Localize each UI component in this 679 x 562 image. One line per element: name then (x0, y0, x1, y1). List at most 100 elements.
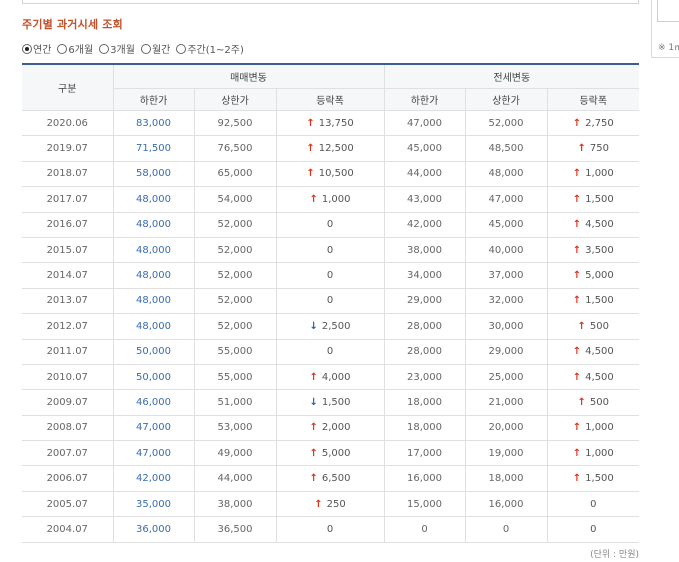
period-option[interactable]: 6개월 (57, 41, 93, 56)
sale-high-cell: 52,000 (193, 262, 277, 289)
period-cell: 2016.07 (22, 211, 114, 238)
period-cell-value: 2012.07 (46, 320, 88, 332)
sale-change-cell: ↑ 250 (275, 490, 385, 518)
sale-low-cell-value: 47,000 (136, 447, 171, 459)
sale-low-cell: 58,000 (112, 160, 195, 188)
arrow-up-icon: ↑ (577, 143, 586, 155)
period-cell-value: 2020.06 (46, 117, 88, 129)
jeonse-high-cell-value: 47,000 (488, 193, 524, 205)
jeonse-change-cell-value: 750 (589, 143, 610, 155)
sale-high-cell-value: 51,000 (217, 396, 253, 408)
sale-change-cell: 0 (275, 262, 385, 289)
sale-low-cell: 48,000 (112, 313, 195, 340)
period-option[interactable]: 3개월 (99, 41, 135, 56)
sale-change-cell-value: 1,000 (321, 193, 351, 205)
arrow-up-icon: ↑ (309, 422, 318, 434)
sale-change-cell-value: 0 (326, 295, 334, 307)
jeonse-high-cell: 0 (464, 516, 548, 543)
table-row: 2009.07 46,000 51,000 ↓ 1,500 18,000 21,000 ↑ 50… (22, 389, 640, 416)
period-option[interactable]: 월간 (140, 41, 171, 56)
sale-change-cell-value: 1,500 (321, 396, 351, 408)
sale-low-cell: 48,000 (112, 186, 195, 213)
period-option[interactable]: 연간 (22, 41, 51, 56)
jeonse-low-cell-value: 28,000 (407, 346, 443, 358)
sale-high-cell: 65,000 (193, 160, 277, 188)
table-row: 2016.07 48,000 52,000 0 42,000 45,000 ↑ 4,500 (22, 211, 640, 238)
jeonse-change-cell-value: 4,500 (585, 219, 614, 231)
sale-change-cell: ↓ 1,500 (275, 389, 385, 416)
jeonse-low-cell-value: 45,000 (407, 143, 443, 155)
sale-high-cell-value: 55,000 (217, 346, 253, 358)
jeonse-low-cell: 38,000 (383, 236, 466, 264)
sale-change-cell: ↑ 12,500 (275, 135, 385, 162)
arrow-up-icon: ↑ (572, 244, 582, 256)
sale-low-cell: 47,000 (112, 414, 195, 442)
jeonse-high-cell-value: 19,000 (488, 447, 524, 459)
jeonse-low-cell-value: 17,000 (407, 447, 443, 459)
sale-high-cell-value: 54,000 (217, 193, 253, 205)
sale-change-cell: ↓ 2,500 (275, 313, 385, 340)
jeonse-high-cell: 29,000 (464, 338, 548, 365)
jeonse-change-cell: 0 (546, 516, 640, 543)
arrow-up-icon: ↑ (572, 117, 582, 129)
sale-change-cell-value: 0 (326, 270, 334, 282)
table-row: 2020.06 83,000 92,500 ↑ 13,750 47,000 52,000 ↑ 2… (22, 109, 640, 137)
jeonse-change-cell-value: 1,500 (585, 473, 614, 485)
sale-change-cell: ↑ 2,000 (275, 414, 385, 442)
table-row: 2008.07 47,000 53,000 ↑ 2,000 18,000 20,000 ↑ 1,… (22, 414, 640, 442)
arrow-up-icon: ↑ (577, 396, 586, 408)
jeonse-change-cell-value: 1,500 (585, 193, 614, 205)
sale-high-cell: 52,000 (193, 287, 277, 315)
sale-change-cell: 0 (275, 287, 385, 315)
jeonse-change-cell-value: 1,500 (585, 295, 614, 307)
jeonse-high-cell-value: 48,000 (488, 168, 524, 180)
side-input-box[interactable] (657, 0, 679, 22)
jeonse-low-cell-value: 16,000 (407, 473, 443, 485)
sale-high-cell: 52,000 (193, 313, 277, 340)
arrow-up-icon: ↑ (306, 117, 315, 129)
jeonse-high-cell: 40,000 (464, 236, 548, 264)
period-cell-value: 2011.07 (46, 346, 88, 358)
sale-high-cell-value: 65,000 (217, 168, 253, 180)
jeonse-change-cell-value: 4,500 (585, 371, 614, 383)
sale-high-cell-value: 52,000 (217, 270, 253, 282)
period-cell-value: 2019.07 (46, 143, 88, 155)
jeonse-high-cell-value: 29,000 (488, 346, 524, 358)
period-cell-value: 2005.07 (46, 498, 88, 510)
sale-high-cell: 52,000 (193, 211, 277, 238)
period-option-label: 월간 (151, 45, 171, 56)
sale-high-cell: 51,000 (193, 389, 277, 416)
jeonse-high-cell-value: 21,000 (488, 396, 524, 408)
jeonse-low-cell: 18,000 (383, 389, 466, 416)
jeonse-low-cell: 29,000 (383, 287, 466, 315)
arrow-up-icon: ↑ (314, 498, 323, 510)
jeonse-change-cell: ↑ 2,750 (546, 109, 640, 137)
sale-high-cell: 49,000 (193, 440, 277, 467)
sale-low-cell: 48,000 (112, 236, 195, 264)
period-cell-value: 2016.07 (46, 219, 88, 231)
radio-icon[interactable] (57, 43, 68, 54)
jeonse-high-cell-value: 16,000 (488, 498, 524, 510)
jeonse-low-cell: 23,000 (383, 363, 466, 391)
jeonse-change-cell-value: 4,500 (585, 346, 614, 358)
jeonse-low-cell: 43,000 (383, 186, 466, 213)
sale-change-cell-value: 4,000 (321, 371, 351, 383)
sale-change-cell-value: 0 (326, 219, 334, 231)
period-cell-value: 2018.07 (46, 168, 88, 180)
period-option[interactable]: 주간(1~2주) (176, 41, 244, 56)
period-cell-value: 2010.07 (46, 371, 88, 383)
radio-selected-icon[interactable] (22, 43, 32, 54)
radio-icon[interactable] (99, 43, 110, 54)
period-cell: 2020.06 (22, 109, 114, 137)
sale-high-cell-value: 36,500 (217, 523, 253, 535)
arrow-up-icon: ↑ (577, 320, 586, 332)
jeonse-low-cell: 34,000 (383, 262, 466, 289)
jeonse-low-cell: 16,000 (383, 465, 466, 492)
radio-icon[interactable] (140, 43, 151, 54)
unit-note: (단위 : 만원) (590, 550, 639, 560)
sale-low-cell-value: 42,000 (136, 473, 171, 485)
sale-change-cell-value: 6,500 (321, 473, 351, 485)
jeonse-high-cell: 47,000 (464, 186, 548, 213)
radio-icon[interactable] (176, 43, 187, 54)
jeonse-low-cell-value: 42,000 (407, 219, 443, 231)
